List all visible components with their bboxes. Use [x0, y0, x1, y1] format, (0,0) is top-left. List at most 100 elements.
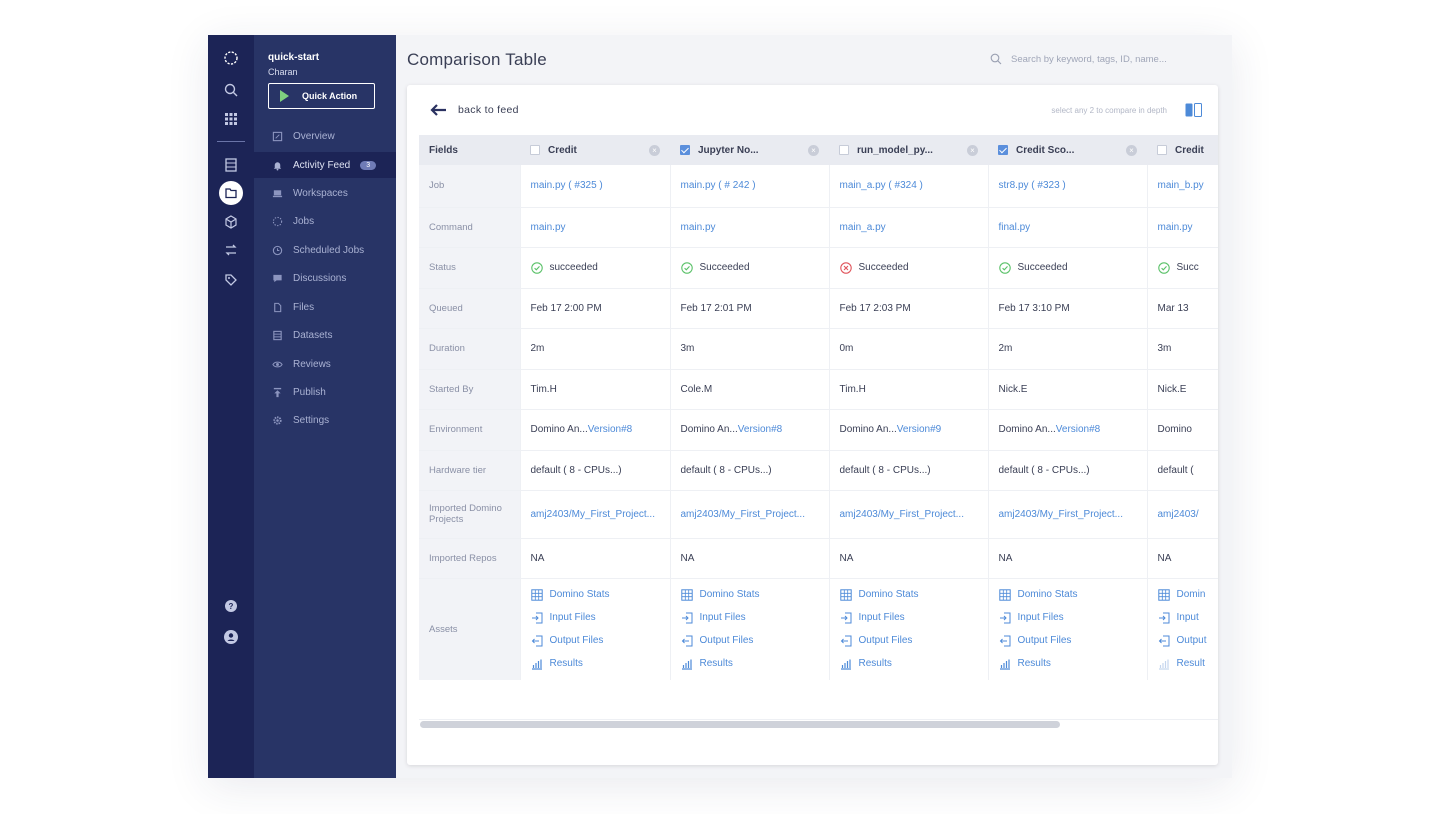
domino-stats-link[interactable]: Domino Stats — [680, 583, 819, 606]
search-icon[interactable] — [219, 78, 243, 102]
asset-label: Output — [1176, 635, 1207, 646]
input-files-link[interactable]: Input Files — [999, 606, 1137, 629]
job-link[interactable]: str8.py ( #323 ) — [999, 180, 1066, 191]
job-link[interactable]: main_b.py — [1158, 180, 1204, 191]
environment-version-link[interactable]: Version#8 — [738, 424, 782, 435]
compare-checkbox[interactable] — [839, 145, 849, 155]
quick-action-button[interactable]: Quick Action — [268, 83, 375, 109]
job-link[interactable]: main_a.py ( #324 ) — [840, 180, 923, 191]
projects-folder-icon[interactable] — [219, 181, 243, 205]
remove-column-icon[interactable]: × — [649, 144, 660, 156]
command-link[interactable]: final.py — [999, 222, 1031, 233]
results-link[interactable]: Results — [531, 652, 660, 675]
project-link[interactable]: amj2403/My_First_Project... — [681, 509, 806, 520]
sidebar-item-workspaces[interactable]: Workspaces — [254, 180, 396, 206]
environment-version-link[interactable]: Version#8 — [1056, 424, 1100, 435]
file-icon — [271, 301, 283, 313]
sidebar-item-discussions[interactable]: Discussions — [254, 265, 396, 291]
results-link[interactable]: Results — [681, 652, 819, 675]
repos-value: NA — [519, 538, 670, 579]
horizontal-scrollbar-thumb[interactable] — [420, 721, 1060, 728]
check-circle-icon — [998, 261, 1011, 274]
input-files-link[interactable]: Input Files — [840, 606, 978, 629]
sidebar-item-overview[interactable]: Overview — [254, 123, 396, 149]
asset-label: Domino Stats — [699, 589, 760, 600]
search-input[interactable]: Search by keyword, tags, ID, name... — [990, 53, 1167, 65]
job-link[interactable]: main.py ( # 242 ) — [681, 180, 756, 191]
command-link[interactable]: main.py — [531, 222, 566, 233]
table-row-hardware-tier: Hardware tier default ( 8 - CPUs...) def… — [419, 450, 1218, 491]
compare-checkbox[interactable] — [1157, 145, 1167, 155]
sidebar-item-publish[interactable]: Publish — [254, 379, 396, 405]
domino-stats-link[interactable]: Domino Stats — [530, 583, 660, 606]
results-link[interactable]: Results — [840, 652, 978, 675]
database-icon[interactable] — [219, 153, 243, 177]
column-title: Credit — [1175, 144, 1204, 156]
table-row-queued: Queued Feb 17 2:00 PM Feb 17 2:01 PM Feb… — [419, 288, 1218, 329]
check-circle-icon — [1157, 261, 1170, 274]
sidebar-item-scheduled-jobs[interactable]: Scheduled Jobs — [254, 237, 396, 263]
domino-stats-link[interactable]: Domino Stats — [998, 583, 1137, 606]
environment-version-link[interactable]: Version#8 — [588, 424, 632, 435]
output-files-icon — [531, 635, 542, 646]
input-files-icon — [1158, 612, 1169, 623]
output-files-link[interactable]: Output Files — [681, 629, 819, 652]
started-by-value: Tim.H — [519, 369, 670, 410]
output-files-link[interactable]: Output Files — [840, 629, 978, 652]
stats-grid-icon — [998, 588, 1011, 601]
compare-checkbox[interactable] — [530, 145, 540, 155]
queued-value: Feb 17 3:10 PM — [987, 288, 1147, 329]
sidebar-item-activity-feed[interactable]: Activity Feed 3 — [254, 152, 396, 178]
project-link[interactable]: amj2403/My_First_Project... — [531, 509, 656, 520]
jobs-icon — [271, 215, 283, 227]
back-to-feed-link[interactable]: back to feed — [429, 103, 519, 117]
sidebar-item-reviews[interactable]: Reviews — [254, 351, 396, 377]
sidebar-item-jobs[interactable]: Jobs — [254, 208, 396, 234]
status-text: Succeeded — [699, 262, 750, 273]
output-files-link[interactable]: Output — [1158, 629, 1219, 652]
remove-column-icon[interactable]: × — [808, 144, 819, 156]
compare-checkbox[interactable] — [680, 145, 690, 155]
column-header: Credit — [1147, 135, 1218, 165]
asset-label: Domin — [1176, 589, 1206, 600]
output-files-link[interactable]: Output Files — [531, 629, 660, 652]
command-link[interactable]: main.py — [1158, 222, 1193, 233]
job-link[interactable]: main.py ( #325 ) — [531, 180, 603, 191]
comparison-table-scroll[interactable]: Fields Credit × Jupyter No... × run_mode… — [419, 135, 1218, 680]
command-link[interactable]: main_a.py — [840, 222, 886, 233]
tag-icon[interactable] — [219, 268, 243, 292]
results-link[interactable]: Results — [999, 652, 1137, 675]
results-chart-icon — [531, 659, 542, 670]
results-link[interactable]: Result — [1158, 652, 1219, 675]
domino-stats-link[interactable]: Domin — [1157, 583, 1219, 606]
input-files-link[interactable]: Input Files — [531, 606, 660, 629]
domino-stats-link[interactable]: Domino Stats — [839, 583, 978, 606]
split-view-icon[interactable] — [1185, 103, 1202, 117]
swap-arrows-icon[interactable] — [219, 238, 243, 262]
input-files-link[interactable]: Input Files — [681, 606, 819, 629]
output-files-link[interactable]: Output Files — [999, 629, 1137, 652]
project-link[interactable]: amj2403/My_First_Project... — [999, 509, 1124, 520]
user-avatar-icon[interactable] — [219, 625, 243, 649]
input-files-icon — [999, 612, 1010, 623]
environment-name: Domino An... — [530, 424, 588, 435]
remove-column-icon[interactable]: × — [967, 144, 978, 156]
apps-grid-icon[interactable] — [219, 107, 243, 131]
input-files-link[interactable]: Input — [1158, 606, 1219, 629]
command-link[interactable]: main.py — [681, 222, 716, 233]
compare-checkbox[interactable] — [998, 145, 1008, 155]
sidebar-item-files[interactable]: Files — [254, 294, 396, 320]
table-row-imported-repos: Imported Repos NA NA NA NA NA — [419, 538, 1218, 579]
bell-icon — [271, 159, 283, 171]
help-icon[interactable]: ? — [219, 594, 243, 618]
project-link[interactable]: amj2403/ — [1158, 509, 1199, 520]
environment-version-link[interactable]: Version#9 — [897, 424, 941, 435]
domino-logo-icon[interactable] — [219, 46, 243, 70]
project-link[interactable]: amj2403/My_First_Project... — [840, 509, 965, 520]
project-name[interactable]: quick-start — [268, 52, 319, 63]
sidebar-item-settings[interactable]: Settings — [254, 407, 396, 433]
remove-column-icon[interactable]: × — [1126, 144, 1137, 156]
column-title: Jupyter No... — [698, 144, 759, 156]
sidebar-item-datasets[interactable]: Datasets — [254, 322, 396, 348]
model-cube-icon[interactable] — [219, 210, 243, 234]
